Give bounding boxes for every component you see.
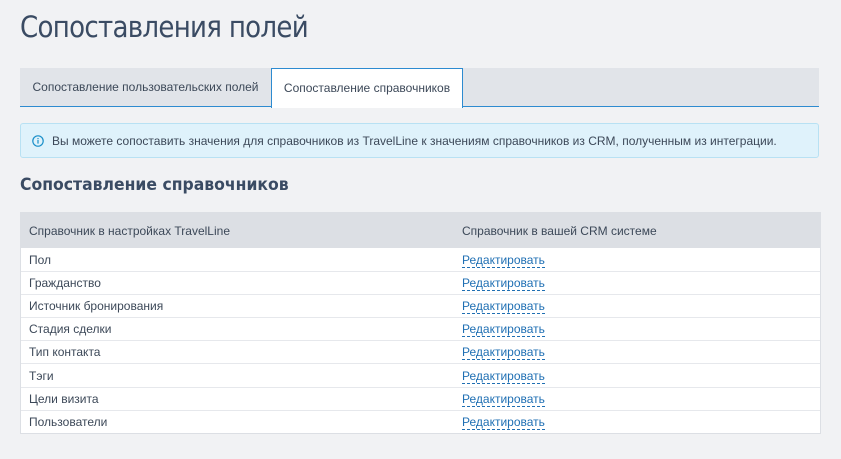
table-header: Справочник в настройках TravelLine Справ… — [21, 213, 820, 248]
edit-link[interactable]: Редактировать — [462, 299, 545, 315]
header-travelline: Справочник в настройках TravelLine — [29, 223, 230, 238]
dictionaries-table: Справочник в настройках TravelLine Справ… — [20, 212, 821, 434]
page-title: Сопоставления полей — [20, 10, 309, 44]
edit-link[interactable]: Редактировать — [462, 368, 545, 384]
table-row: Пол Редактировать — [21, 248, 820, 271]
edit-link[interactable]: Редактировать — [462, 252, 545, 268]
edit-link[interactable]: Редактировать — [462, 414, 545, 430]
tab-dictionaries[interactable]: Сопоставление справочников — [271, 68, 463, 108]
edit-link[interactable]: Редактировать — [462, 322, 545, 338]
dictionary-name: Пол — [29, 252, 52, 267]
dictionary-name: Тип контакта — [29, 345, 101, 360]
table-body: Пол Редактировать Гражданство Редактиров… — [21, 248, 820, 433]
info-alert: Вы можете сопоставить значения для справ… — [20, 123, 819, 158]
table-row: Пользователи Редактировать — [21, 409, 820, 433]
dictionary-name: Источник бронирования — [29, 299, 164, 314]
info-text: Вы можете сопоставить значения для справ… — [52, 133, 777, 148]
edit-link[interactable]: Редактировать — [462, 345, 545, 361]
dictionary-name: Тэги — [29, 368, 54, 383]
table-row: Тип контакта Редактировать — [21, 340, 820, 363]
dictionary-name: Пользователи — [29, 414, 108, 429]
section-title: Сопоставление справочников — [20, 175, 289, 195]
tab-custom-fields[interactable]: Сопоставление пользовательских полей — [20, 68, 271, 107]
table-row: Источник бронирования Редактировать — [21, 294, 820, 317]
tabs-bar: Сопоставление пользовательских полей Соп… — [20, 68, 819, 108]
table-row: Тэги Редактировать — [21, 363, 820, 386]
dictionary-name: Стадия сделки — [29, 322, 112, 337]
table-row: Гражданство Редактировать — [21, 271, 820, 294]
dictionary-name: Цели визита — [29, 391, 99, 406]
dictionary-name: Гражданство — [29, 276, 101, 291]
table-row: Стадия сделки Редактировать — [21, 317, 820, 340]
header-crm: Справочник в вашей CRM системе — [462, 223, 657, 238]
edit-link[interactable]: Редактировать — [462, 391, 545, 407]
info-circle-icon — [32, 134, 44, 147]
edit-link[interactable]: Редактировать — [462, 276, 545, 292]
table-row: Цели визита Редактировать — [21, 386, 820, 410]
